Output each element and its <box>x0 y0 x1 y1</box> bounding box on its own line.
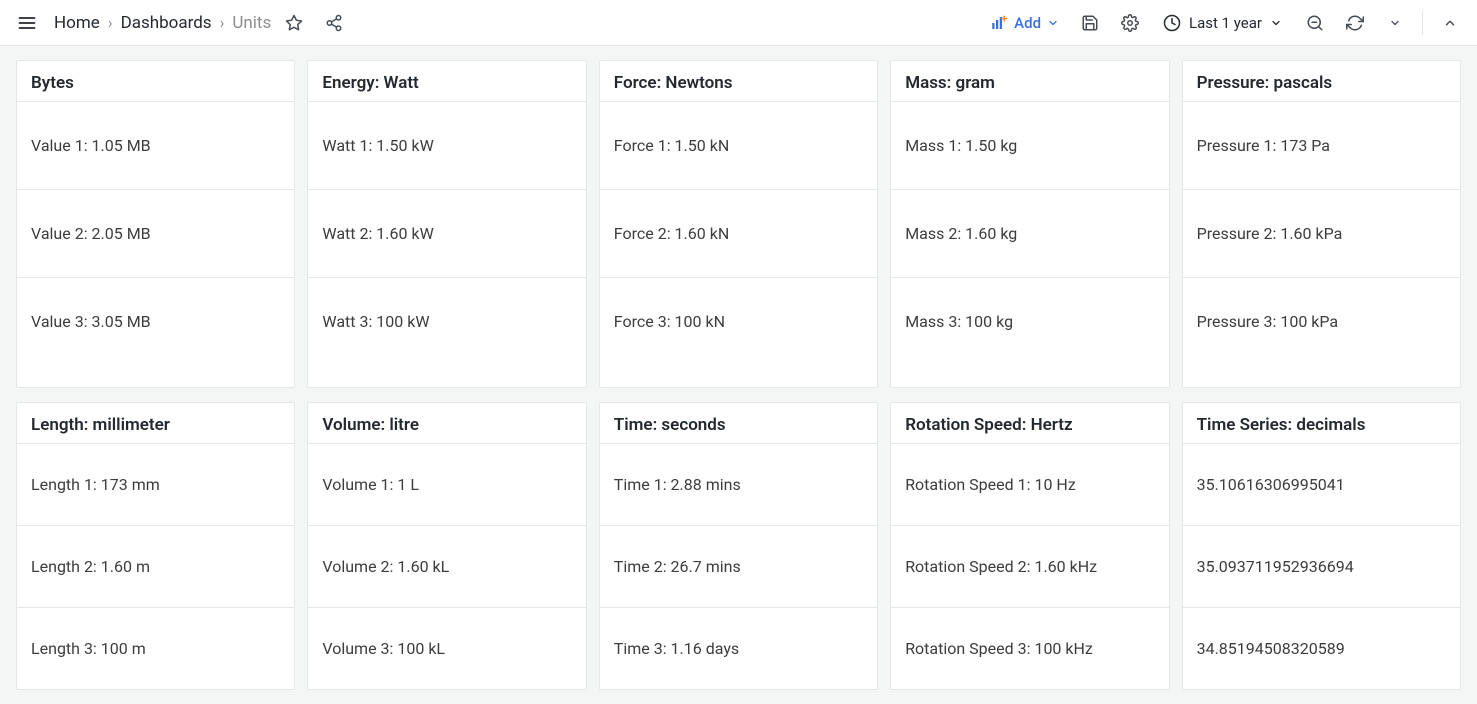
panel-value: 35.10616306995041 <box>1183 443 1460 525</box>
panel-bytes[interactable]: Bytes Value 1: 1.05 MB Value 2: 2.05 MB … <box>16 60 295 388</box>
time-range-label: Last 1 year <box>1189 14 1262 32</box>
panel-pressure-pascals[interactable]: Pressure: pascals Pressure 1: 173 Pa Pre… <box>1182 60 1461 388</box>
panel-value: Pressure 1: 173 Pa <box>1183 101 1460 189</box>
panel-volume-litre[interactable]: Volume: litre Volume 1: 1 L Volume 2: 1.… <box>307 402 586 690</box>
star-icon <box>285 14 303 32</box>
save-button[interactable] <box>1073 6 1107 40</box>
chevron-right-icon: › <box>108 13 113 32</box>
panel-value: Volume 3: 100 kL <box>308 607 585 689</box>
panel-value: Time 2: 26.7 mins <box>600 525 877 607</box>
panel-value: Force 3: 100 kN <box>600 277 877 365</box>
panel-value: Volume 2: 1.60 kL <box>308 525 585 607</box>
breadcrumb-current: Units <box>232 13 271 33</box>
zoom-out-button[interactable] <box>1298 6 1332 40</box>
panel-value: 35.093711952936694 <box>1183 525 1460 607</box>
breadcrumb-dashboards[interactable]: Dashboards <box>121 13 212 33</box>
panel-value: 34.85194508320589 <box>1183 607 1460 689</box>
bar-chart-plus-icon <box>990 14 1008 32</box>
panel-value: Value 2: 2.05 MB <box>17 189 294 277</box>
panel-value: Value 1: 1.05 MB <box>17 101 294 189</box>
toolbar-divider <box>1422 11 1423 35</box>
panel-value: Length 1: 173 mm <box>17 443 294 525</box>
panel-title: Rotation Speed: Hertz <box>891 403 1168 443</box>
panel-grid-row1: Bytes Value 1: 1.05 MB Value 2: 2.05 MB … <box>0 46 1477 402</box>
topbar: Home › Dashboards › Units Add Last 1 yea… <box>0 0 1477 46</box>
panel-value: Watt 2: 1.60 kW <box>308 189 585 277</box>
panel-title: Energy: Watt <box>308 61 585 101</box>
panel-length-mm[interactable]: Length: millimeter Length 1: 173 mm Leng… <box>16 402 295 690</box>
panel-title: Bytes <box>17 61 294 101</box>
panel-value: Rotation Speed 1: 10 Hz <box>891 443 1168 525</box>
panel-time-series-decimals[interactable]: Time Series: decimals 35.10616306995041 … <box>1182 402 1461 690</box>
panel-title: Force: Newtons <box>600 61 877 101</box>
refresh-icon <box>1346 14 1364 32</box>
panel-value: Mass 2: 1.60 kg <box>891 189 1168 277</box>
breadcrumb: Home › Dashboards › Units <box>54 13 271 33</box>
panel-value: Length 3: 100 m <box>17 607 294 689</box>
chevron-right-icon: › <box>220 13 225 32</box>
add-panel-button[interactable]: Add <box>982 6 1067 40</box>
panel-value: Mass 1: 1.50 kg <box>891 101 1168 189</box>
panel-value: Time 1: 2.88 mins <box>600 443 877 525</box>
panel-force-newtons[interactable]: Force: Newtons Force 1: 1.50 kN Force 2:… <box>599 60 878 388</box>
collapse-button[interactable] <box>1433 6 1467 40</box>
panel-value: Pressure 2: 1.60 kPa <box>1183 189 1460 277</box>
panel-rotation-speed[interactable]: Rotation Speed: Hertz Rotation Speed 1: … <box>890 402 1169 690</box>
menu-icon <box>17 13 37 33</box>
chevron-down-icon <box>1389 17 1401 29</box>
share-button[interactable] <box>317 6 351 40</box>
save-icon <box>1081 14 1099 32</box>
time-range-button[interactable]: Last 1 year <box>1153 6 1292 40</box>
breadcrumb-home[interactable]: Home <box>54 13 100 33</box>
share-icon <box>325 14 343 32</box>
panel-value: Force 2: 1.60 kN <box>600 189 877 277</box>
panel-value: Rotation Speed 2: 1.60 kHz <box>891 525 1168 607</box>
panel-value: Mass 3: 100 kg <box>891 277 1168 365</box>
panel-value: Watt 3: 100 kW <box>308 277 585 365</box>
panel-value: Value 3: 3.05 MB <box>17 277 294 365</box>
panel-title: Pressure: pascals <box>1183 61 1460 101</box>
panel-mass-gram[interactable]: Mass: gram Mass 1: 1.50 kg Mass 2: 1.60 … <box>890 60 1169 388</box>
chevron-down-icon <box>1270 17 1282 29</box>
panel-value: Length 2: 1.60 m <box>17 525 294 607</box>
clock-icon <box>1163 14 1181 32</box>
panel-title: Volume: litre <box>308 403 585 443</box>
zoom-out-icon <box>1306 14 1324 32</box>
open-menu-button[interactable] <box>10 6 44 40</box>
panel-title: Mass: gram <box>891 61 1168 101</box>
panel-grid-row2: Length: millimeter Length 1: 173 mm Leng… <box>0 402 1477 704</box>
refresh-button[interactable] <box>1338 6 1372 40</box>
panel-value: Time 3: 1.16 days <box>600 607 877 689</box>
panel-time-seconds[interactable]: Time: seconds Time 1: 2.88 mins Time 2: … <box>599 402 878 690</box>
panel-value: Volume 1: 1 L <box>308 443 585 525</box>
panel-value: Pressure 3: 100 kPa <box>1183 277 1460 365</box>
panel-value: Rotation Speed 3: 100 kHz <box>891 607 1168 689</box>
settings-button[interactable] <box>1113 6 1147 40</box>
panel-value: Watt 1: 1.50 kW <box>308 101 585 189</box>
chevron-up-icon <box>1443 16 1457 30</box>
panel-title: Length: millimeter <box>17 403 294 443</box>
panel-title: Time: seconds <box>600 403 877 443</box>
refresh-interval-button[interactable] <box>1378 6 1412 40</box>
add-panel-label: Add <box>1014 14 1041 32</box>
gear-icon <box>1121 14 1139 32</box>
panel-value: Force 1: 1.50 kN <box>600 101 877 189</box>
chevron-down-icon <box>1047 17 1059 29</box>
favorite-button[interactable] <box>277 6 311 40</box>
panel-title: Time Series: decimals <box>1183 403 1460 443</box>
panel-energy-watt[interactable]: Energy: Watt Watt 1: 1.50 kW Watt 2: 1.6… <box>307 60 586 388</box>
